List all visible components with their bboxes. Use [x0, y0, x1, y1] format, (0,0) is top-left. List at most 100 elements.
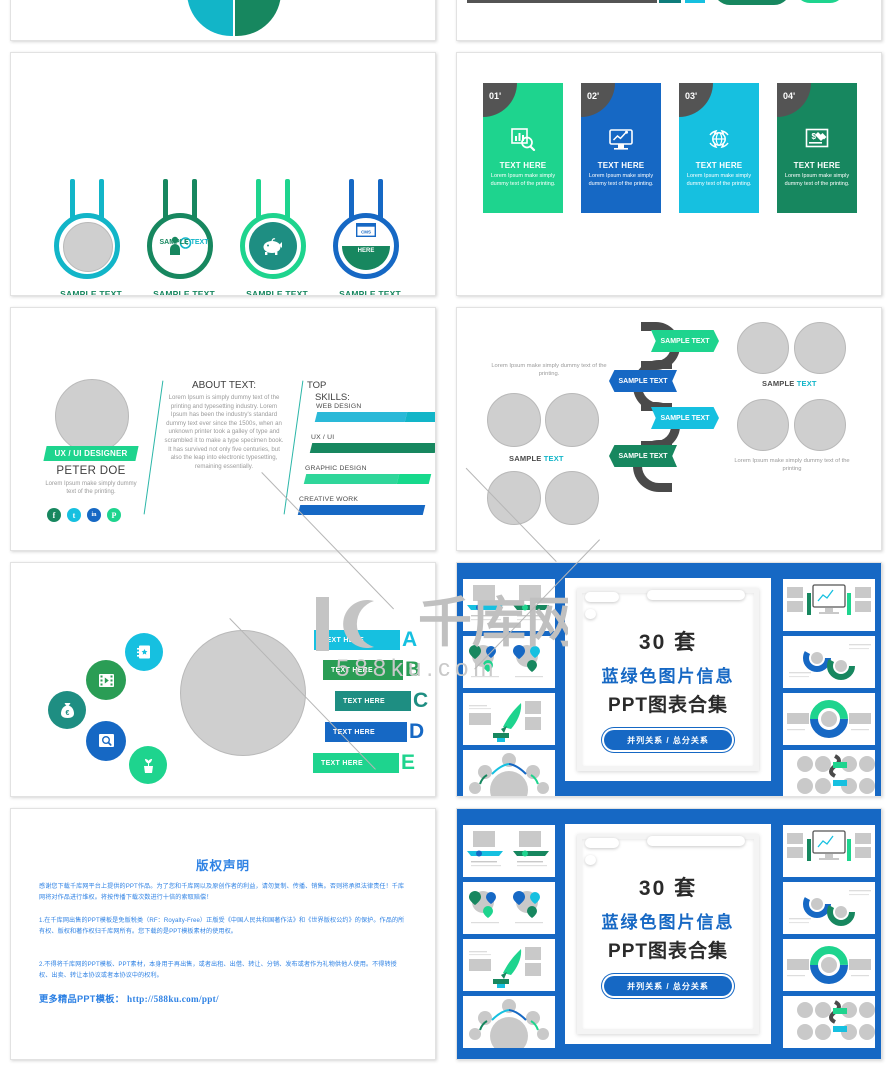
skill-1-bar: [314, 412, 435, 422]
skills-heading: TOP SKILLS:: [307, 380, 350, 403]
card-1[interactable]: 01' TEXT HERE Lorem Ipsum make simply du…: [483, 83, 563, 213]
abc-row-3[interactable]: TEXT HERE C: [335, 690, 428, 711]
thumb-snake-circles[interactable]: [783, 996, 875, 1048]
preview-sheet: Lorem Ipsum make simply dummy text of th…: [0, 0, 892, 1071]
thumb-team-circles[interactable]: [463, 750, 555, 796]
slide-flask-infographic[interactable]: SAMPLE TEXT SAMPLE TEXT SAMPLE TEXT SAMP…: [10, 52, 436, 296]
snake-circle-5: [737, 322, 789, 374]
snake-circle-8: [794, 399, 846, 451]
abc-row-2[interactable]: TEXT HERE B: [323, 658, 421, 681]
piggy-bank-icon: [249, 222, 297, 270]
snake-circle-6: [794, 322, 846, 374]
slide-abc-bubbles[interactable]: € TEXT HERE A TEXT HERE B TEXT HERE C TE…: [10, 562, 436, 797]
flask-item-1[interactable]: SAMPLE TEXT: [47, 179, 135, 295]
slide-cover-1[interactable]: 30 套蓝绿色图片信息 PPT图表合集 并列关系 / 总分关系: [456, 562, 882, 797]
cover-pill-2: [585, 609, 596, 619]
thumb-presentation[interactable]: [783, 579, 875, 631]
cover-button[interactable]: 并列关系 / 总分关系: [604, 976, 732, 996]
abc-row-2-letter: B: [405, 658, 421, 681]
cover-button[interactable]: 并列关系 / 总分关系: [604, 730, 732, 750]
more-templates-line[interactable]: 更多精品PPT模板： http://588ku.com/ppt/: [39, 991, 219, 1005]
cover-main-panel: 30 套蓝绿色图片信息 PPT图表合集 并列关系 / 总分关系: [565, 578, 771, 781]
card-1-desc: Lorem Ipsum make simply dummy text of th…: [490, 173, 556, 187]
skill-2-bar: [309, 443, 435, 453]
profile-name: PETER DOE: [56, 465, 126, 477]
role-badge: UX / UI DESIGNER: [43, 446, 139, 461]
profile-description: Lorem Ipsum make simply dummy text of th…: [45, 481, 137, 495]
slide-cover-2[interactable]: 30 套蓝绿色图片信息 PPT图表合集 并列关系 / 总分关系: [456, 808, 882, 1060]
snake-circle-2: [545, 393, 599, 447]
thumb-snake-circles[interactable]: [783, 750, 875, 796]
image-search-icon[interactable]: [86, 721, 126, 761]
card-3[interactable]: 03' TEXT HERE Lorem Ipsum make simply du…: [679, 83, 759, 213]
copyright-paragraph-3: 2.不得将千库网的PPT模板、PPT素材，本身用于再出售，或者出租、出借、转让、…: [39, 961, 397, 979]
thumb-donut[interactable]: [783, 693, 875, 745]
slide-profile[interactable]: UX / UI DESIGNER PETER DOE Lorem Ipsum m…: [10, 307, 436, 551]
flask-item-4[interactable]: CMS TEXT HERE SAMPLE TEXT: [326, 179, 414, 295]
snake-ribbon-1[interactable]: SAMPLE TEXT: [651, 330, 719, 352]
contact-book-icon[interactable]: [125, 633, 163, 671]
abc-row-2-text: TEXT HERE: [323, 660, 403, 680]
abc-row-1-letter: A: [402, 628, 418, 651]
thumb-rocket[interactable]: [463, 693, 555, 745]
slide-pie-chart[interactable]: Lorem Ipsum make simply dummy text of th…: [10, 0, 436, 41]
thumb-s-rings[interactable]: [783, 882, 875, 934]
thumb-pin-circles[interactable]: [463, 882, 555, 934]
snake-ribbon-3[interactable]: SAMPLE TEXT: [651, 407, 719, 429]
cell-cards: 01' TEXT HERE Lorem Ipsum make simply du…: [446, 52, 892, 307]
linkedin-icon[interactable]: in: [87, 508, 101, 522]
thumb-presentation[interactable]: [783, 825, 875, 877]
cover-main-panel: 30 套蓝绿色图片信息 PPT图表合集 并列关系 / 总分关系: [565, 824, 771, 1044]
cover-count: 30 套: [638, 631, 698, 654]
abc-center-circle: [180, 630, 306, 756]
thumb-chart-bars[interactable]: [463, 825, 555, 877]
card-4-desc: Lorem Ipsum make simply dummy text of th…: [784, 173, 850, 187]
svg-text:CMS: CMS: [361, 230, 371, 235]
card-4-number: 04': [783, 91, 796, 101]
card-2[interactable]: 02' TEXT HERE Lorem Ipsum make simply du…: [581, 83, 661, 213]
facebook-icon[interactable]: f: [47, 508, 61, 522]
social-links[interactable]: f t in P: [47, 508, 121, 522]
flask-item-3[interactable]: SAMPLE TEXT: [233, 179, 321, 295]
thumb-team-circles[interactable]: [463, 996, 555, 1048]
abc-row-1[interactable]: TEXT HERE A: [314, 628, 418, 651]
flask-4-inner-text: TEXT HERE: [357, 241, 375, 254]
card-2-title: TEXT HERE: [597, 161, 645, 170]
slide-numbered-cards[interactable]: 01' TEXT HERE Lorem Ipsum make simply du…: [456, 52, 882, 296]
svg-text:$: $: [812, 132, 817, 141]
blob-mint: [795, 0, 845, 3]
price-tag-window-icon: $: [777, 127, 857, 151]
snake-ribbon-2[interactable]: SAMPLE TEXT: [609, 370, 677, 392]
thumb-pin-circles[interactable]: [463, 636, 555, 688]
pie-slice-right: [235, 0, 281, 36]
slide-snake-process[interactable]: Lorem Ipsum make simply dummy text of th…: [456, 307, 882, 551]
snake-ribbon-4[interactable]: SAMPLE TEXT: [609, 445, 677, 467]
avatar: [55, 379, 129, 453]
slide-bars[interactable]: [456, 0, 882, 41]
abc-row-1-text: TEXT HERE: [314, 630, 400, 650]
card-4[interactable]: 04' $ TEXT HERE Lorem Ipsum make simply …: [777, 83, 857, 213]
money-bag-icon[interactable]: €: [48, 691, 86, 729]
flask-item-2[interactable]: SAMPLE TEXT SAMPLE TEXT: [140, 179, 228, 295]
cover-subtitle: 蓝绿色图片信息: [601, 667, 735, 686]
thumb-s-rings[interactable]: [783, 636, 875, 688]
abc-row-4-letter: D: [409, 720, 425, 743]
twitter-icon[interactable]: t: [67, 508, 81, 522]
thumb-rocket[interactable]: [463, 939, 555, 991]
skill-1-label: WEB DESIGN: [316, 403, 362, 410]
abc-row-4-text: TEXT HERE: [325, 722, 407, 742]
skill-3-bar: [303, 474, 432, 484]
film-strip-icon[interactable]: [86, 660, 126, 700]
svg-text:€: €: [65, 710, 69, 717]
thumb-chart-bars[interactable]: [463, 579, 555, 631]
pinterest-icon[interactable]: P: [107, 508, 121, 522]
card-1-title: TEXT HERE: [499, 161, 547, 170]
user-gear-icon: [156, 222, 204, 270]
thumb-donut[interactable]: [783, 939, 875, 991]
cover-pill-3: [647, 836, 745, 846]
snake-circle-7: [737, 399, 789, 451]
about-body: Lorem Ipsum is simply dummy text of the …: [164, 394, 284, 470]
slide-copyright[interactable]: 版权声明 感谢您下载千库网平台上提供的PPT作品。为了您和千库网以及原创作者的利…: [10, 808, 436, 1060]
cell-abc: € TEXT HERE A TEXT HERE B TEXT HERE C TE…: [0, 562, 446, 808]
hand-plant-icon[interactable]: [129, 746, 167, 784]
